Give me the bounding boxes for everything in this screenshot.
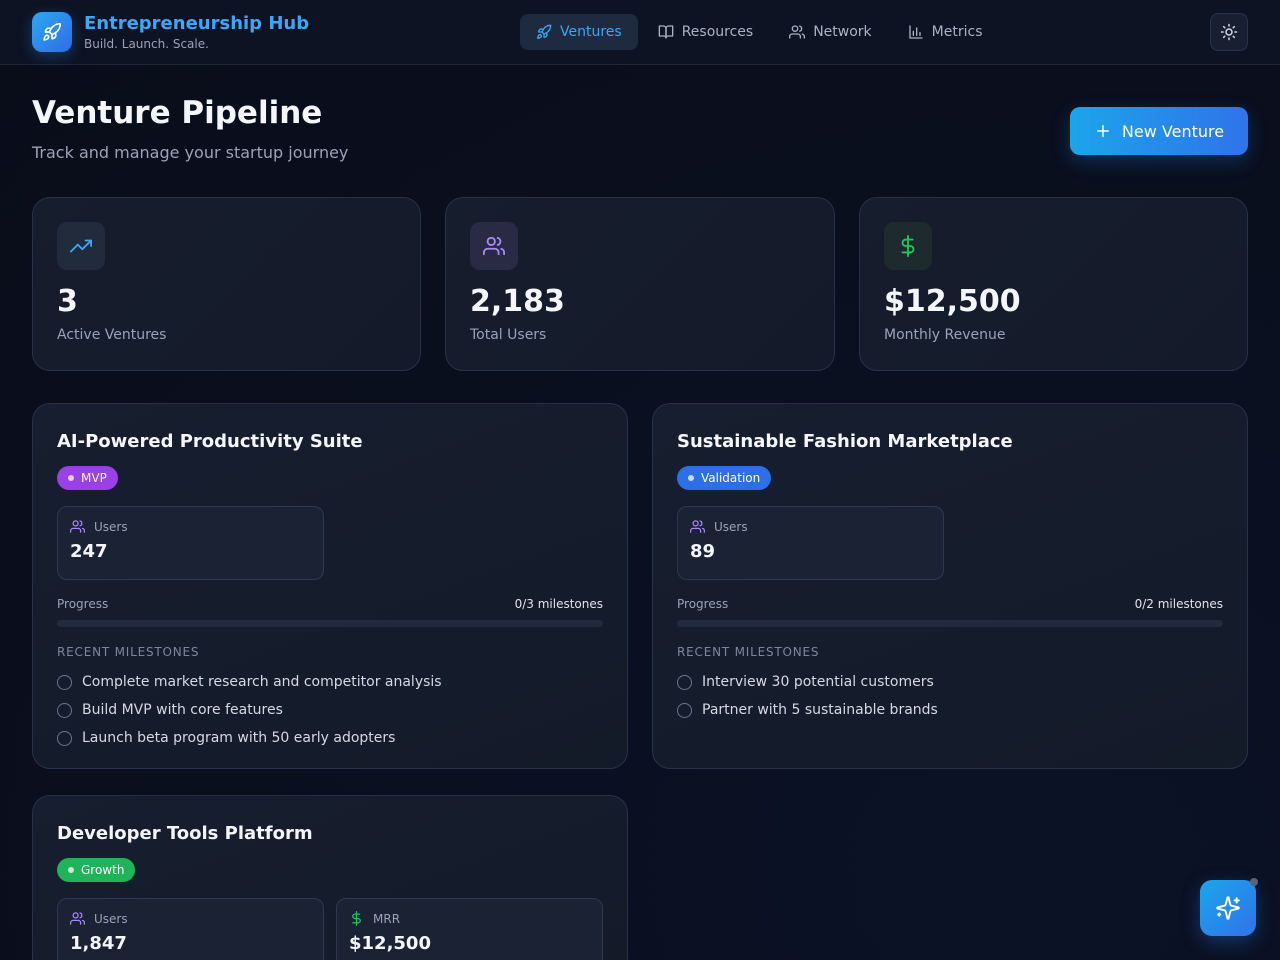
plus-icon (1096, 125, 1109, 137)
progress-label: Progress (677, 597, 729, 611)
users-icon (70, 520, 85, 533)
venture-title: Developer Tools Platform (57, 823, 313, 844)
nav-ventures[interactable]: Ventures (520, 14, 638, 50)
stat-card-active-ventures: 3 Active Ventures (32, 197, 421, 371)
milestone-item[interactable]: Complete market research and competitor … (57, 668, 442, 696)
book-icon (658, 25, 674, 39)
milestones-heading: RECENT MILESTONES (677, 645, 820, 659)
milestone-list: Interview 30 potential customers Partner… (677, 668, 938, 724)
brand-name: Entrepreneurship Hub (84, 12, 310, 34)
ai-assistant-button[interactable] (1200, 880, 1256, 936)
checkbox-circle-icon[interactable] (57, 702, 72, 718)
badge-dot (688, 475, 694, 481)
venture-card[interactable]: Sustainable Fashion Marketplace Validati… (652, 403, 1248, 769)
new-venture-label: New Venture (1121, 121, 1225, 141)
new-venture-button[interactable]: New Venture (1070, 107, 1248, 155)
checkbox-circle-icon[interactable] (57, 730, 72, 746)
milestone-text: Partner with 5 sustainable brands (702, 702, 938, 718)
metric-value: 247 (70, 541, 108, 562)
dollar-icon (352, 911, 361, 926)
trending-up-icon (57, 222, 105, 270)
metric-mrr: MRR $12,500 (336, 898, 603, 960)
metric-label: Users (94, 912, 128, 926)
metric-users: Users 89 (677, 506, 944, 580)
nav-label: Resources (681, 24, 754, 40)
page-title: Venture Pipeline (32, 95, 323, 131)
users-icon (690, 520, 705, 533)
page-subtitle: Track and manage your startup journey (32, 143, 349, 162)
venture-card[interactable]: AI-Powered Productivity Suite MVP Users … (32, 403, 628, 769)
venture-title: AI-Powered Productivity Suite (57, 431, 363, 452)
progress-bar (57, 620, 603, 627)
venture-title: Sustainable Fashion Marketplace (677, 431, 1013, 452)
nav-resources[interactable]: Resources (642, 14, 770, 50)
stage-label: MVP (81, 471, 107, 485)
checkbox-circle-icon[interactable] (677, 702, 692, 718)
checkbox-circle-icon[interactable] (677, 674, 692, 690)
venture-card[interactable]: Developer Tools Platform Growth Users 1,… (32, 795, 628, 960)
stat-value: 2,183 (470, 284, 565, 319)
users-icon (470, 222, 518, 270)
rocket-icon (537, 24, 552, 39)
progress-count: 0/2 milestones (1134, 597, 1223, 611)
metric-users: Users 1,847 (57, 898, 324, 960)
notification-dot (1250, 878, 1258, 886)
stage-badge: MVP (57, 466, 118, 490)
metric-label: Users (94, 520, 128, 534)
milestone-text: Build MVP with core features (82, 702, 283, 718)
nav-label: Metrics (931, 24, 983, 40)
stage-badge: Growth (57, 858, 136, 882)
metric-users: Users 247 (57, 506, 324, 580)
bar-chart-icon (909, 25, 923, 39)
milestone-item[interactable]: Build MVP with core features (57, 696, 442, 724)
progress-label: Progress (57, 597, 109, 611)
users-icon (70, 912, 85, 925)
metric-value: 1,847 (70, 933, 127, 954)
milestone-text: Complete market research and competitor … (82, 674, 442, 690)
stat-label: Active Ventures (57, 327, 167, 343)
brand-tagline: Build. Launch. Scale. (84, 36, 209, 51)
milestone-text: Launch beta program with 50 early adopte… (82, 730, 396, 746)
metric-value: $12,500 (349, 933, 431, 954)
dollar-icon (884, 222, 932, 270)
stat-value: 3 (57, 284, 78, 319)
milestone-list: Complete market research and competitor … (57, 668, 442, 752)
progress-count: 0/3 milestones (514, 597, 603, 611)
stat-label: Monthly Revenue (884, 327, 1006, 343)
milestone-item[interactable]: Interview 30 potential customers (677, 668, 938, 696)
stat-value: $12,500 (884, 284, 1021, 319)
users-icon (789, 25, 806, 39)
milestones-heading: RECENT MILESTONES (57, 645, 200, 659)
sparkles-icon (1216, 896, 1240, 920)
theme-toggle-button[interactable] (1210, 13, 1248, 51)
brand[interactable]: Entrepreneurship Hub Build. Launch. Scal… (32, 12, 309, 52)
stage-badge: Validation (677, 466, 772, 490)
badge-dot (68, 867, 74, 873)
stage-label: Validation (701, 471, 761, 485)
metric-label: MRR (373, 912, 401, 926)
nav-network[interactable]: Network (773, 14, 887, 50)
milestone-item[interactable]: Launch beta program with 50 early adopte… (57, 724, 442, 752)
stat-card-total-users: 2,183 Total Users (445, 197, 835, 371)
checkbox-circle-icon[interactable] (57, 674, 72, 690)
sun-icon (1220, 23, 1238, 41)
top-header: Entrepreneurship Hub Build. Launch. Scal… (0, 0, 1280, 65)
stage-label: Growth (81, 863, 125, 877)
progress-bar (677, 620, 1223, 627)
rocket-icon (32, 12, 72, 52)
stat-label: Total Users (470, 327, 547, 343)
stat-card-monthly-revenue: $12,500 Monthly Revenue (859, 197, 1248, 371)
nav-label: Ventures (560, 24, 622, 40)
main-nav: Ventures Resources Network Metrics (520, 14, 999, 50)
milestone-text: Interview 30 potential customers (702, 674, 934, 690)
metric-value: 89 (690, 541, 716, 562)
nav-label: Network (813, 24, 872, 40)
metric-label: Users (714, 520, 748, 534)
milestone-item[interactable]: Partner with 5 sustainable brands (677, 696, 938, 724)
badge-dot (68, 475, 74, 481)
nav-metrics[interactable]: Metrics (892, 14, 999, 50)
